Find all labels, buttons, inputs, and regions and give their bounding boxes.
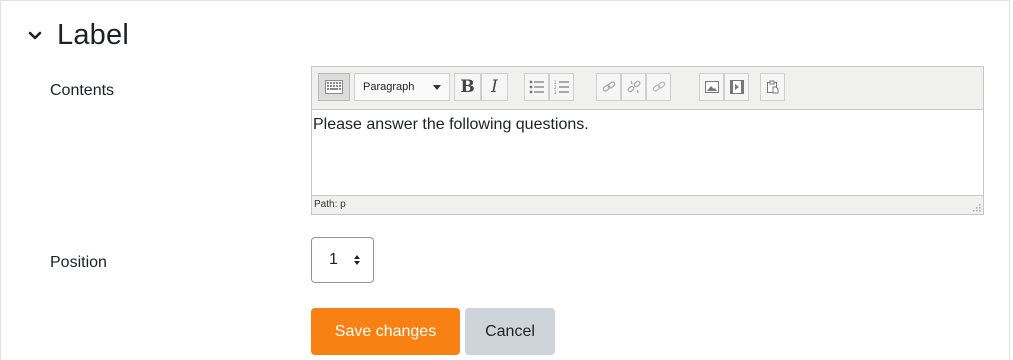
label-settings-panel: Label Contents Paragraph B I 1 2 3 Pleas… — [0, 0, 1010, 360]
svg-text:3: 3 — [554, 90, 557, 94]
format-select-value: Paragraph — [363, 81, 415, 93]
media-button[interactable] — [724, 73, 749, 101]
link-icon — [602, 81, 615, 92]
format-select[interactable]: Paragraph — [354, 73, 450, 101]
editor-content-area[interactable]: Please answer the following questions. — [312, 110, 983, 197]
image-button[interactable] — [699, 73, 724, 101]
position-select[interactable]: 1 — [311, 237, 374, 283]
paste-text-icon — [766, 80, 778, 94]
bold-icon: B — [460, 77, 475, 97]
no-autolink-button[interactable] — [646, 73, 671, 101]
select-updown-icon — [354, 255, 360, 265]
ordered-list-button[interactable]: 123 — [549, 73, 574, 101]
unordered-list-button[interactable] — [524, 73, 549, 101]
position-label: Position — [50, 254, 107, 271]
italic-icon: I — [491, 77, 498, 97]
link-button[interactable] — [596, 73, 621, 101]
editor-toolbar: Paragraph B I 123 — [312, 67, 983, 110]
section-title: Label — [57, 19, 129, 51]
bold-button[interactable]: B — [454, 73, 481, 101]
editor-path: Path: p — [314, 199, 346, 210]
italic-button[interactable]: I — [481, 73, 508, 101]
caret-down-icon — [433, 85, 441, 90]
position-select-value: 1 — [329, 251, 338, 268]
media-icon — [729, 80, 744, 94]
chevron-down-icon — [28, 31, 42, 39]
rich-text-editor: Paragraph B I 123 Please answer the foll… — [311, 66, 984, 215]
paste-text-button[interactable] — [760, 73, 785, 101]
editor-statusbar: Path: p — [312, 195, 983, 214]
unlink-icon — [627, 80, 640, 94]
image-icon — [704, 81, 719, 93]
cancel-button[interactable]: Cancel — [465, 308, 555, 355]
save-changes-button[interactable]: Save changes — [311, 308, 460, 355]
unlink-button[interactable] — [621, 73, 646, 101]
no-autolink-icon — [652, 81, 665, 92]
editor-content-text: Please answer the following questions. — [313, 116, 589, 133]
ordered-list-icon: 123 — [554, 80, 569, 94]
contents-label: Contents — [50, 82, 115, 99]
unordered-list-icon — [529, 80, 544, 94]
section-header[interactable]: Label — [27, 19, 129, 52]
toggle-toolbar-icon — [325, 80, 343, 94]
toggle-toolbar-button[interactable] — [318, 73, 350, 101]
resize-grip-icon[interactable] — [971, 202, 981, 212]
